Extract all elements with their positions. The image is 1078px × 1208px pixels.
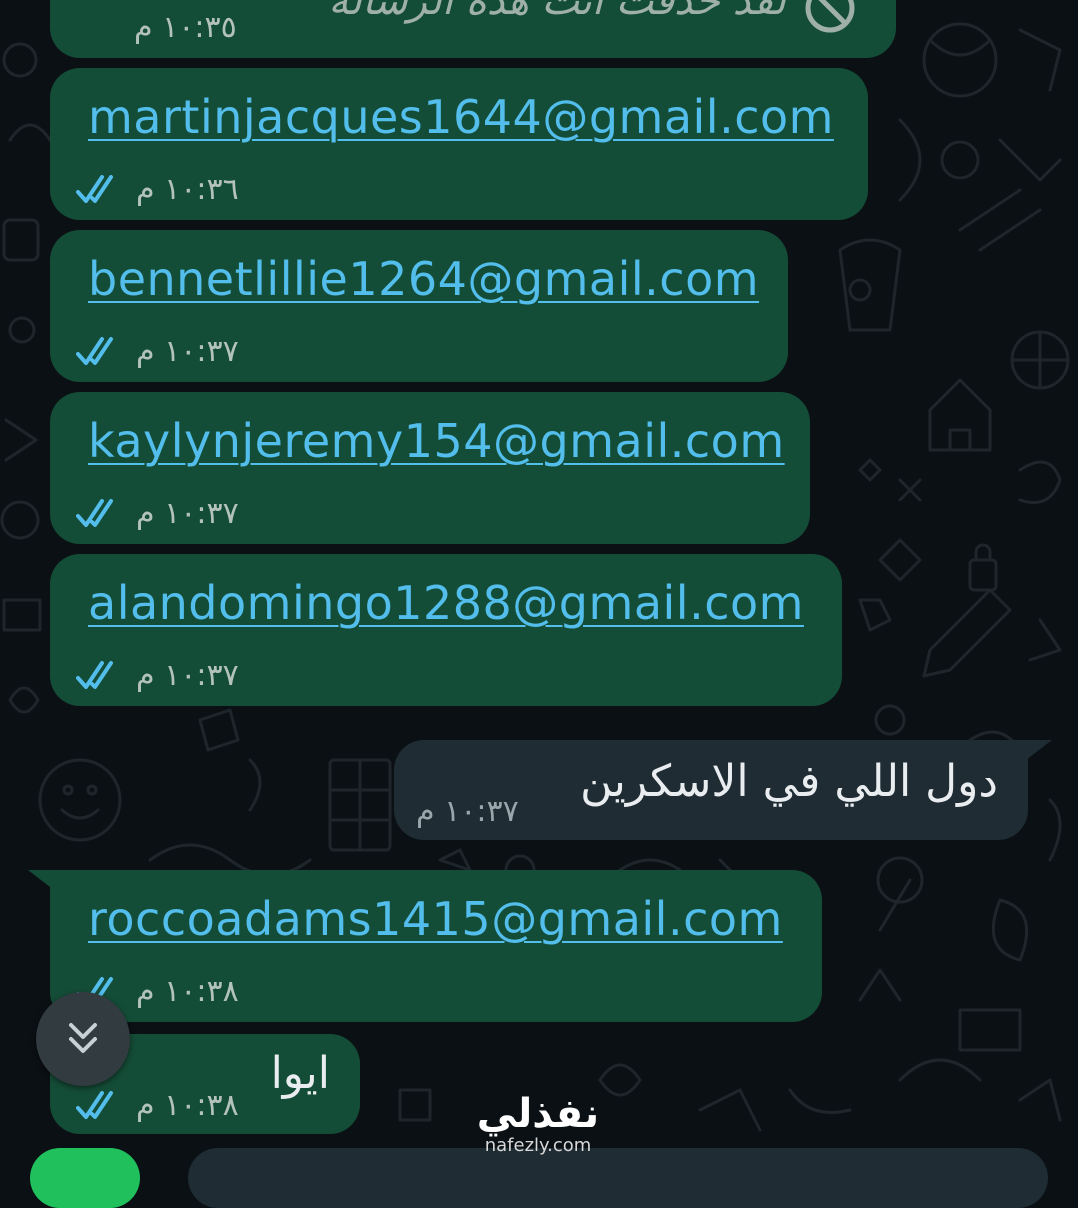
message-time: ١٠:٣٧ م — [136, 657, 239, 693]
double-check-icon — [76, 175, 113, 203]
double-check-icon — [76, 661, 113, 689]
email-link[interactable]: roccoadams1415@gmail.com — [88, 892, 783, 946]
message-meta: ١٠:٣٥ م — [134, 9, 237, 45]
email-link[interactable]: alandomingo1288@gmail.com — [88, 576, 804, 630]
scroll-to-bottom-button[interactable] — [36, 992, 130, 1086]
message-time: ١٠:٣٨ م — [136, 973, 239, 1009]
double-chevron-down-icon — [69, 1023, 97, 1053]
outgoing-message[interactable]: martinjacques1644@gmail.com ١٠:٣٦ م — [50, 68, 868, 220]
message-meta: ١٠:٣٧ م — [76, 657, 239, 693]
deleted-message-bubble[interactable]: لقد حذفت أنت هذه الرسالة ١٠:٣٥ م — [50, 0, 896, 58]
message-time: ١٠:٣٧ م — [136, 495, 239, 531]
send-button[interactable] — [30, 1148, 140, 1208]
message-input-bar[interactable] — [188, 1148, 1048, 1208]
deleted-message-text: لقد حذفت أنت هذه الرسالة — [328, 0, 786, 24]
message-time: ١٠:٣٦ م — [136, 171, 239, 207]
message-time: ١٠:٣٧ م — [136, 333, 239, 369]
double-check-icon — [76, 499, 113, 527]
message-time: ١٠:٣٨ م — [136, 1087, 239, 1123]
double-check-icon — [76, 1091, 113, 1119]
watermark-url: nafezly.com — [484, 1135, 592, 1156]
block-icon — [805, 0, 855, 33]
message-meta: ١٠:٣٧ م — [76, 495, 239, 531]
email-link[interactable]: martinjacques1644@gmail.com — [88, 90, 834, 144]
outgoing-message[interactable]: alandomingo1288@gmail.com ١٠:٣٧ م — [50, 554, 842, 706]
outgoing-message-text: ايوا — [270, 1048, 330, 1099]
message-meta: ١٠:٣٧ م — [76, 333, 239, 369]
outgoing-message[interactable]: roccoadams1415@gmail.com ١٠:٣٨ م — [50, 870, 822, 1022]
incoming-message[interactable]: دول اللي في الاسكرين ١٠:٣٧ م — [394, 740, 1028, 840]
message-meta: ١٠:٣٧ م — [416, 793, 519, 829]
message-time: ١٠:٣٥ م — [134, 9, 237, 45]
incoming-message-text: دول اللي في الاسكرين — [580, 756, 998, 807]
outgoing-message[interactable]: bennetlillie1264@gmail.com ١٠:٣٧ م — [50, 230, 788, 382]
message-meta: ١٠:٣٨ م — [76, 1087, 239, 1123]
double-check-icon — [76, 337, 113, 365]
watermark: نفذلي nafezly.com — [468, 1092, 608, 1156]
watermark-brand: نفذلي — [476, 1091, 600, 1137]
message-time: ١٠:٣٧ م — [416, 793, 519, 829]
message-meta: ١٠:٣٦ م — [76, 171, 239, 207]
email-link[interactable]: bennetlillie1264@gmail.com — [88, 252, 759, 306]
email-link[interactable]: kaylynjeremy154@gmail.com — [88, 414, 785, 468]
outgoing-message[interactable]: kaylynjeremy154@gmail.com ١٠:٣٧ م — [50, 392, 810, 544]
